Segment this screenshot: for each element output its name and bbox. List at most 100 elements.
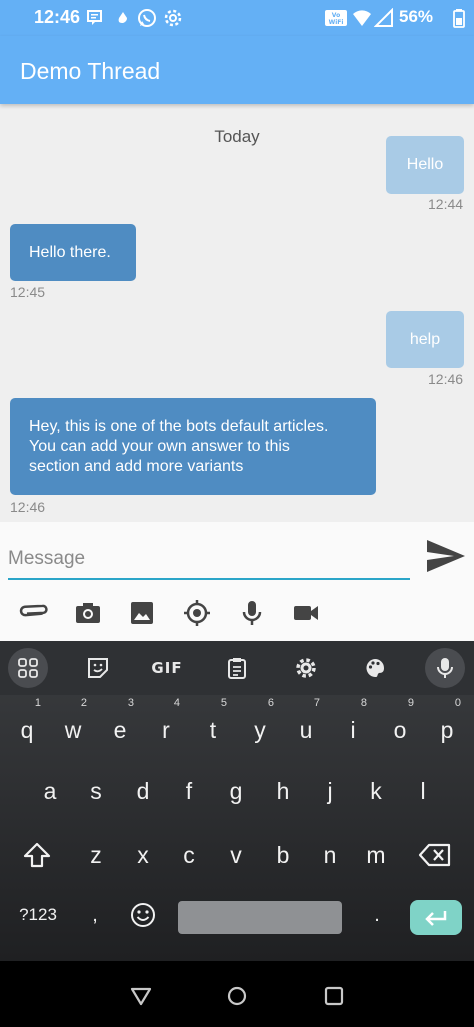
- key-hint: 7: [313, 697, 320, 709]
- space-bar[interactable]: [178, 901, 342, 934]
- home-icon[interactable]: [226, 985, 248, 1007]
- key-label: q: [20, 717, 34, 743]
- key-hint: 9: [407, 697, 414, 709]
- key-k[interactable]: k: [356, 767, 396, 815]
- app-bar: Demo Thread: [0, 36, 474, 104]
- key-a[interactable]: a: [30, 767, 70, 815]
- battery-icon: [453, 9, 465, 28]
- gif-button[interactable]: GIF: [147, 648, 187, 688]
- page-title: Demo Thread: [20, 58, 161, 84]
- key-d[interactable]: d: [123, 767, 163, 815]
- image-icon[interactable]: [127, 598, 157, 628]
- key-label: e: [113, 717, 127, 743]
- whatsapp-icon: [138, 9, 156, 27]
- emoji-icon: [131, 903, 155, 927]
- message-text-line: You can add your own answer to this: [29, 438, 290, 455]
- key-h[interactable]: h: [263, 767, 303, 815]
- key-j[interactable]: j: [310, 767, 350, 815]
- key-i[interactable]: 8i: [333, 698, 373, 754]
- key-f[interactable]: f: [169, 767, 209, 815]
- message-bubble-outgoing[interactable]: help: [386, 311, 464, 368]
- key-v[interactable]: v: [216, 831, 256, 879]
- clipboard-icon[interactable]: [217, 648, 257, 688]
- message-text-line: Hey, this is one of the bots default art…: [29, 418, 329, 435]
- key-hint: 2: [80, 697, 87, 709]
- key-e[interactable]: 3e: [100, 698, 140, 754]
- key-label: w: [64, 717, 82, 743]
- key-hint: 3: [127, 697, 134, 709]
- apps-grid-icon[interactable]: [8, 648, 48, 688]
- key-r[interactable]: 4r: [146, 698, 186, 754]
- key-hint: 5: [220, 697, 227, 709]
- message-icon: [87, 10, 102, 25]
- signal-icon: [374, 8, 393, 27]
- palette-icon[interactable]: [355, 648, 395, 688]
- enter-key[interactable]: [410, 900, 462, 935]
- key-label: o: [393, 717, 407, 743]
- shift-key[interactable]: [16, 831, 58, 879]
- key-t[interactable]: 5t: [193, 698, 233, 754]
- cloud-drop-icon: [118, 12, 127, 23]
- key-hint: 8: [360, 697, 367, 709]
- svg-text:WiFi: WiFi: [329, 19, 344, 26]
- sticker-icon[interactable]: [78, 648, 118, 688]
- symbols-key[interactable]: ?123: [12, 893, 64, 937]
- key-label: p: [440, 717, 454, 743]
- key-hint: 4: [173, 697, 180, 709]
- key-z[interactable]: z: [76, 831, 116, 879]
- send-icon[interactable]: [424, 536, 468, 576]
- message-text: help: [409, 331, 441, 348]
- message-time: 12:46: [10, 499, 46, 515]
- message-time: 12:46: [428, 371, 464, 387]
- voice-input-icon[interactable]: [425, 648, 465, 688]
- shift-icon: [23, 842, 51, 868]
- backspace-key[interactable]: [414, 831, 456, 879]
- message-input[interactable]: [8, 540, 410, 580]
- key-o[interactable]: 9o: [380, 698, 420, 754]
- status-time: 12:46: [34, 7, 81, 27]
- key-x[interactable]: x: [123, 831, 163, 879]
- emoji-key[interactable]: [126, 893, 160, 937]
- period-key[interactable]: .: [362, 893, 392, 937]
- key-n[interactable]: n: [310, 831, 350, 879]
- key-l[interactable]: l: [403, 767, 443, 815]
- key-u[interactable]: 7u: [286, 698, 326, 754]
- microphone-icon[interactable]: [237, 598, 267, 628]
- location-icon[interactable]: [182, 598, 212, 628]
- key-q[interactable]: 1q: [7, 698, 47, 754]
- svg-text:Vo: Vo: [332, 12, 340, 19]
- key-c[interactable]: c: [169, 831, 209, 879]
- message-bubble-outgoing[interactable]: Hello: [386, 136, 464, 194]
- key-m[interactable]: m: [356, 831, 396, 879]
- key-label: u: [299, 717, 313, 743]
- key-b[interactable]: b: [263, 831, 303, 879]
- key-g[interactable]: g: [216, 767, 256, 815]
- key-s[interactable]: s: [76, 767, 116, 815]
- key-w[interactable]: 2w: [53, 698, 93, 754]
- video-icon[interactable]: [291, 598, 321, 628]
- comma-key[interactable]: ,: [80, 893, 110, 937]
- recents-icon[interactable]: [323, 985, 345, 1007]
- system-nav-bar: [0, 961, 474, 1027]
- key-label: y: [254, 717, 266, 743]
- wifi-icon: [353, 10, 371, 26]
- key-p[interactable]: 0p: [427, 698, 467, 754]
- message-text-line: section and add more variants: [29, 458, 244, 475]
- message-bubble-incoming[interactable]: Hey, this is one of the bots default art…: [10, 398, 376, 495]
- settings-icon: [164, 9, 182, 27]
- message-time: 12:45: [10, 284, 46, 300]
- backspace-icon: [418, 843, 451, 867]
- volte-wifi-icon: VoWiFi: [325, 10, 347, 26]
- message-bubble-incoming[interactable]: Hello there.: [10, 224, 136, 281]
- on-screen-keyboard: GIF 1q 2w 3e 4r 5t 6y 7u 8i 9o 0p a s d …: [0, 641, 474, 961]
- message-list[interactable]: Today Hello 12:44 Hello there. 12:45 hel…: [0, 104, 474, 522]
- key-hint: 0: [454, 697, 461, 709]
- back-icon[interactable]: [130, 985, 152, 1007]
- camera-icon[interactable]: [73, 598, 103, 628]
- key-hint: 6: [267, 697, 274, 709]
- settings-icon[interactable]: [286, 648, 326, 688]
- gif-label: GIF: [151, 659, 183, 677]
- message-time: 12:44: [428, 196, 464, 212]
- attachment-icon[interactable]: [19, 598, 49, 628]
- key-y[interactable]: 6y: [240, 698, 280, 754]
